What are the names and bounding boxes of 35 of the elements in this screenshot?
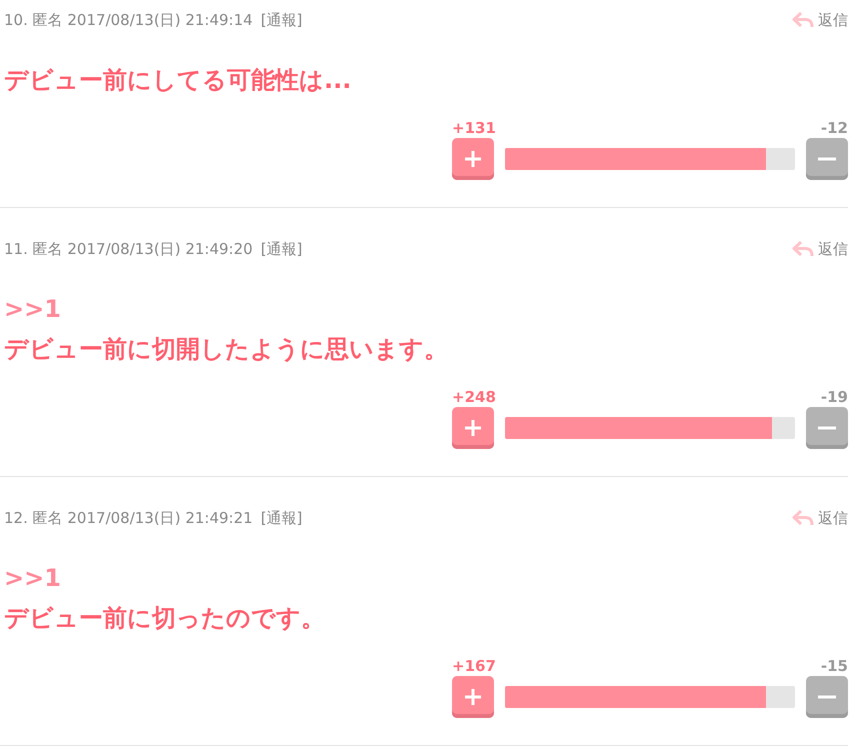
plus-count: +167 xyxy=(452,656,496,676)
reply-anchor-link[interactable]: >>1 xyxy=(4,289,848,329)
post-meta: 11. 匿名 2017/08/13(日) 21:49:20 xyxy=(4,239,253,260)
reply-anchor-link[interactable]: >>1 xyxy=(4,558,848,598)
plus-icon xyxy=(463,687,483,707)
minus-icon xyxy=(817,426,837,430)
reply-link[interactable]: 返信 xyxy=(792,237,848,261)
reply-arrow-icon xyxy=(792,241,814,257)
reply-arrow-icon xyxy=(792,510,814,526)
minus-count: -15 xyxy=(820,656,848,676)
plus-vote-button[interactable] xyxy=(452,676,494,718)
post-meta: 12. 匿名 2017/08/13(日) 21:49:21 xyxy=(4,508,253,529)
report-link[interactable]: [通報] xyxy=(260,506,302,530)
reply-link[interactable]: 返信 xyxy=(792,8,848,32)
plus-icon xyxy=(463,418,483,438)
post-meta: 10. 匿名 2017/08/13(日) 21:49:14 xyxy=(4,10,253,31)
minus-vote-button[interactable] xyxy=(806,676,848,718)
plus-icon xyxy=(463,149,483,169)
minus-count: -19 xyxy=(820,387,848,407)
report-link[interactable]: [通報] xyxy=(260,8,302,32)
plus-count: +131 xyxy=(452,118,496,138)
report-link[interactable]: [通報] xyxy=(260,237,302,261)
plus-vote-button[interactable] xyxy=(452,407,494,449)
comment-text: デビュー前にしてる可能性は... xyxy=(4,65,352,96)
minus-vote-button[interactable] xyxy=(806,407,848,449)
minus-count: -12 xyxy=(820,118,848,138)
reply-arrow-icon xyxy=(792,12,814,28)
minus-icon xyxy=(817,157,837,161)
minus-icon xyxy=(817,695,837,699)
comment-text: デビュー前に切ったのです。 xyxy=(4,603,326,634)
minus-vote-button[interactable] xyxy=(806,138,848,180)
plus-vote-button[interactable] xyxy=(452,138,494,180)
comment-text: デビュー前に切開したように思います。 xyxy=(4,334,449,365)
plus-count: +248 xyxy=(452,387,496,407)
reply-link[interactable]: 返信 xyxy=(792,506,848,530)
